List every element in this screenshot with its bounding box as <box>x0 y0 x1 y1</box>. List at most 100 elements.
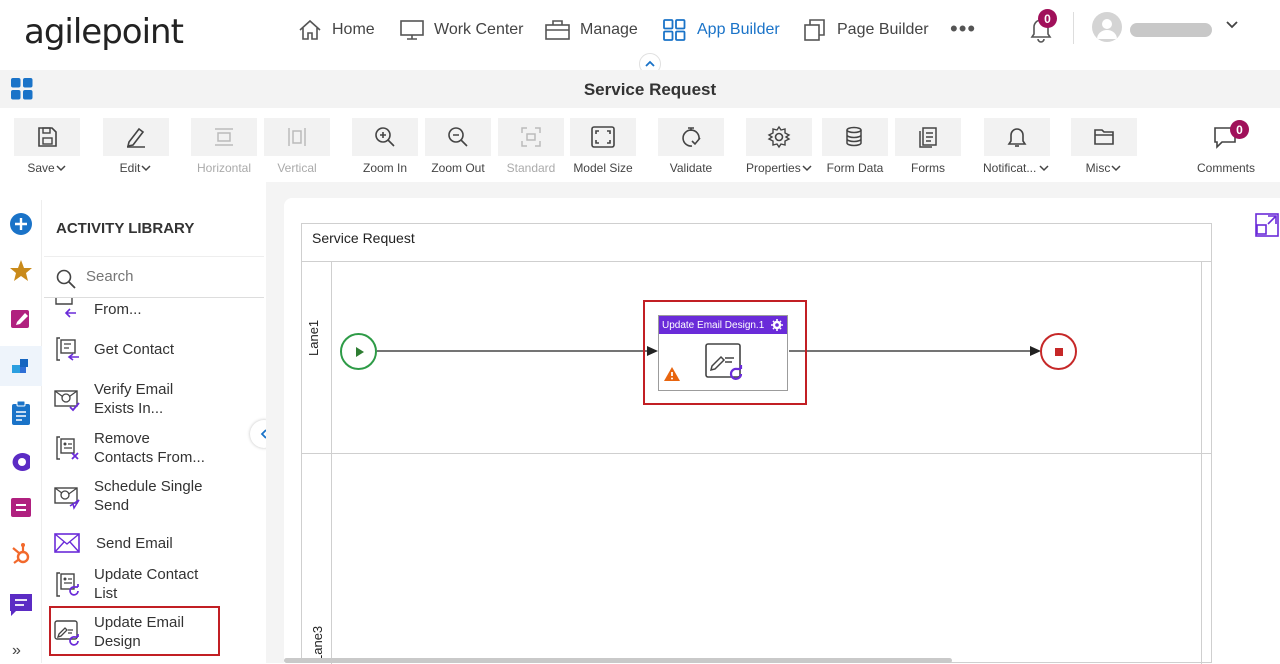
standard-button[interactable]: Standard <box>498 118 564 175</box>
validate-button[interactable]: Validate <box>658 118 724 175</box>
add-connector-icon[interactable] <box>7 210 35 238</box>
forms-button[interactable]: Forms <box>895 118 961 175</box>
verify-email-icon <box>54 390 80 412</box>
chevron-down-icon[interactable] <box>1224 16 1240 32</box>
misc-button[interactable]: Misc <box>1071 118 1137 175</box>
fit-screen-icon <box>591 126 615 148</box>
notifications-badge: 0 <box>1038 9 1057 28</box>
list-item-label: From... <box>94 300 142 318</box>
clipboard-icon[interactable] <box>7 399 35 427</box>
divider <box>302 453 1211 454</box>
horizontal-label: Horizontal <box>196 161 252 175</box>
process-pool: Service Request Lane1 Lane3 <box>301 223 1212 664</box>
nav-manage-label: Manage <box>580 21 638 38</box>
email-marketing-icon[interactable] <box>0 346 42 386</box>
more-menu-button[interactable]: ••• <box>950 16 976 42</box>
vertical-label: Vertical <box>277 161 317 175</box>
zoom-in-button[interactable]: Zoom In <box>352 118 418 175</box>
chevron-down-icon <box>141 165 151 172</box>
hubspot-icon[interactable] <box>7 540 35 568</box>
list-item[interactable]: Verify Email Exists In... <box>52 380 264 418</box>
app-grid-icon <box>663 19 686 41</box>
agilepoint-a-icon[interactable] <box>7 446 35 474</box>
nav-app-builder[interactable]: App Builder <box>662 14 780 46</box>
lane-label[interactable]: Lane3 <box>310 626 325 662</box>
forms-icon <box>919 127 937 148</box>
list-item[interactable]: Update Contact List <box>52 565 264 603</box>
horizontal-layout-icon <box>215 128 233 146</box>
library-title: ACTIVITY LIBRARY <box>56 220 195 237</box>
standard-label: Standard <box>506 161 556 175</box>
nav-manage[interactable]: Manage <box>544 14 638 46</box>
misc-label: Misc <box>1085 161 1111 175</box>
copy-pages-icon <box>804 19 825 41</box>
list-item-label: Schedule Single <box>94 478 203 495</box>
divider <box>302 261 1211 262</box>
list-item-label: Contacts From... <box>94 449 205 466</box>
form-list-icon[interactable] <box>7 493 35 521</box>
horizontal-button[interactable]: Horizontal <box>191 118 257 175</box>
star-icon[interactable] <box>7 257 35 285</box>
list-item[interactable]: Get Contact <box>52 334 264 364</box>
vertical-button[interactable]: Vertical <box>264 118 330 175</box>
zoom-in-icon <box>375 127 395 147</box>
envelope-icon <box>54 533 80 553</box>
list-item[interactable]: Send Email <box>52 528 264 558</box>
briefcase-icon <box>545 20 570 40</box>
expand-icon[interactable] <box>1255 213 1279 237</box>
chat-icon[interactable] <box>7 590 35 618</box>
comments-label: Comments <box>1196 161 1255 175</box>
pool-title: Service Request <box>312 230 415 246</box>
chevron-down-icon <box>802 165 812 172</box>
model-size-button[interactable]: Model Size <box>570 118 636 175</box>
start-event[interactable] <box>340 333 377 370</box>
selected-activity-highlight <box>643 300 807 405</box>
end-event[interactable] <box>1040 333 1077 370</box>
vertical-layout-icon <box>288 128 306 146</box>
nav-page-builder-label: Page Builder <box>837 21 929 38</box>
nav-work-center-label: Work Center <box>434 21 524 38</box>
email-contact-icon <box>55 298 76 318</box>
edit-form-icon[interactable] <box>7 304 35 332</box>
list-item-label: Send <box>94 497 130 514</box>
nav-home-label: Home <box>332 21 375 38</box>
notifications-label: Notificat... <box>983 161 1037 175</box>
edit-button[interactable]: Edit <box>103 118 169 175</box>
list-item-label: Update Contact <box>94 566 199 583</box>
comments-button[interactable]: 0 Comments <box>1193 118 1259 175</box>
zoom-out-label: Zoom Out <box>431 161 485 175</box>
save-label: Save <box>27 161 55 175</box>
gear-icon <box>767 125 791 149</box>
nav-page-builder[interactable]: Page Builder <box>802 14 929 46</box>
activity-library-panel: ACTIVITY LIBRARY From... Get Contact Ver… <box>44 200 264 663</box>
horizontal-scrollbar[interactable] <box>284 658 952 663</box>
user-icon <box>1097 19 1117 39</box>
update-contact-list-icon <box>56 572 79 597</box>
title-bar: Service Request <box>0 70 1280 108</box>
nav-app-builder-label: App Builder <box>697 21 780 38</box>
list-item-label: Exists In... <box>94 400 164 417</box>
folder-icon <box>1094 129 1114 145</box>
list-item-label: Send Email <box>96 534 173 552</box>
nav-home[interactable]: Home <box>297 14 375 46</box>
list-item[interactable]: Remove Contacts From... <box>52 429 264 467</box>
properties-button[interactable]: Properties <box>746 118 813 175</box>
form-data-button[interactable]: Form Data <box>822 118 888 175</box>
expand-rail-button[interactable]: » <box>12 642 21 660</box>
list-item[interactable]: Schedule Single Send <box>52 477 264 515</box>
zoom-out-button[interactable]: Zoom Out <box>425 118 491 175</box>
nav-work-center[interactable]: Work Center <box>399 14 524 46</box>
notifications-menu-button[interactable]: Notificat... <box>983 118 1050 175</box>
list-item[interactable]: From... <box>52 294 264 324</box>
avatar[interactable] <box>1092 12 1122 42</box>
divider <box>1073 12 1074 44</box>
list-item-label: Remove <box>94 430 150 447</box>
save-button[interactable]: Save <box>14 118 80 175</box>
search-input[interactable] <box>86 268 256 285</box>
notifications-button[interactable]: 0 <box>1028 9 1057 49</box>
list-item-label: Get Contact <box>94 340 175 358</box>
top-bar: agilepoint Home Work Center Manage App B… <box>0 0 1280 62</box>
validate-icon <box>682 127 701 147</box>
lane-label[interactable]: Lane1 <box>306 320 321 356</box>
chevron-up-icon <box>645 60 655 67</box>
